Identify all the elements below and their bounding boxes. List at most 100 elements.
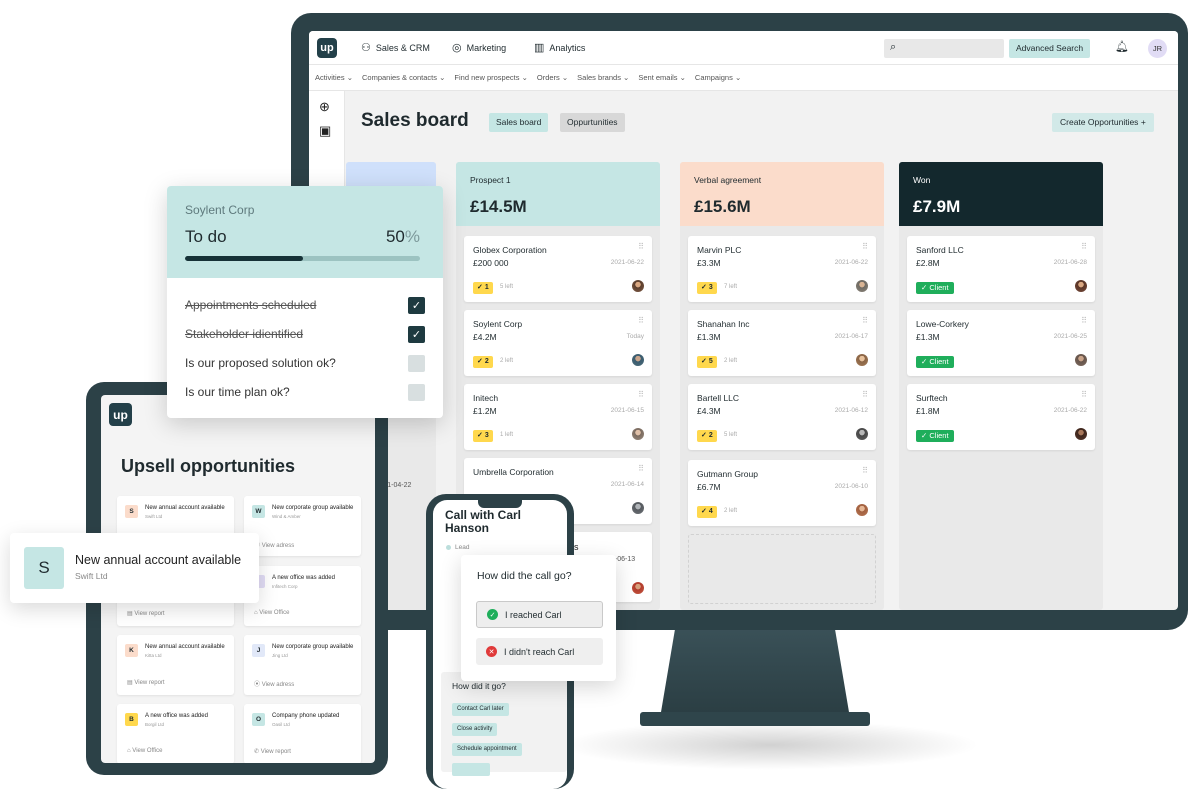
deal-card[interactable]: ⠿ Shanahan Inc £1.3M 2021-06-17 ✓ 5 2 le… <box>688 310 876 376</box>
drag-handle-icon[interactable]: ⠿ <box>862 390 868 399</box>
didnt-reach-carl-label: I didn't reach Carl <box>504 646 575 657</box>
view-report-link[interactable]: ▤ View report <box>127 679 165 686</box>
add-circle-icon[interactable]: ⊕ <box>319 99 330 115</box>
deal-amount: £1.8M <box>916 406 940 416</box>
call-outcome-title: How did the call go? <box>477 570 572 582</box>
company-badge: O <box>252 713 265 726</box>
deal-card[interactable]: ⠿ Marvin PLC £3.3M 2021-06-22 ✓ 3 7 left <box>688 236 876 302</box>
deal-date: 2021-06-22 <box>1053 407 1087 414</box>
page-title: Sales board <box>361 110 469 131</box>
deal-card[interactable]: ⠿ Bartell LLC £4.3M 2021-06-12 ✓ 2 5 lef… <box>688 384 876 450</box>
deal-card[interactable]: ⠿ Surftech £1.8M 2021-06-22 ✓ Client <box>907 384 1095 450</box>
todo-checkbox[interactable] <box>408 355 425 372</box>
drop-zone[interactable] <box>688 534 876 604</box>
deal-amount: £4.2M <box>473 332 497 342</box>
chevron-down-icon: ⌄ <box>561 73 569 82</box>
subnav-sales-brands[interactable]: Sales brands ⌄ <box>577 73 629 82</box>
deal-amount: £1.3M <box>697 332 721 342</box>
todo-checkbox[interactable]: ✓ <box>408 297 425 314</box>
calendar-icon[interactable]: ▣ <box>319 123 331 139</box>
upsell-card[interactable]: B A new office was added Borgil Ltd ⌂ Vi… <box>117 704 234 763</box>
call-title: Call with Carl Hanson <box>445 508 522 536</box>
deal-card[interactable]: ⠿ Lowe-Corkery £1.3M 2021-06-25 ✓ Client <box>907 310 1095 376</box>
upsell-title: Upsell opportunities <box>121 456 296 476</box>
deal-card[interactable]: ⠿ Sanford LLC £2.8M 2021-06-28 ✓ Client <box>907 236 1095 302</box>
client-badge: ✓ Client <box>916 356 954 368</box>
view-report-link[interactable]: ✆ View report <box>254 748 291 755</box>
app-logo[interactable]: up <box>109 403 132 426</box>
notification-card[interactable]: S New annual account available Swift Ltd <box>10 533 259 603</box>
avatar[interactable]: JR <box>1148 39 1167 58</box>
nav-sales-crm[interactable]: ⚇ Sales & CRM <box>361 41 430 54</box>
nav-marketing[interactable]: ◎ Marketing <box>452 41 506 54</box>
drag-handle-icon[interactable]: ⠿ <box>862 316 868 325</box>
drag-handle-icon[interactable]: ⠿ <box>638 464 644 473</box>
subnav-sent-emails[interactable]: Sent emails ⌄ <box>638 73 686 82</box>
view-address-link[interactable]: ⦿ View adress <box>254 679 294 688</box>
drag-handle-icon[interactable]: ⠿ <box>1081 242 1087 251</box>
upsell-card-company: Kitta Ltd <box>145 653 162 658</box>
task-count-badge: ✓ 2 <box>697 430 717 442</box>
column-name: Won <box>913 175 931 185</box>
view-report-link[interactable]: ▤ View report <box>127 610 165 617</box>
how-did-it-go-title: How did it go? <box>452 681 506 691</box>
search-input[interactable]: ⌕ <box>884 39 1004 58</box>
nav-analytics[interactable]: ▥ Analytics <box>534 41 585 54</box>
upsell-card[interactable]: W New corporate group available Wind & A… <box>244 496 361 556</box>
reached-carl-button[interactable]: ✓ I reached Carl <box>476 601 603 628</box>
deal-amount: £4.3M <box>697 406 721 416</box>
drag-handle-icon[interactable]: ⠿ <box>1081 316 1087 325</box>
secondary-navigation: Activities ⌄ Companies & contacts ⌄ Find… <box>309 65 1178 91</box>
view-office-link[interactable]: ⌂ View Office <box>127 748 162 754</box>
todo-checkbox[interactable] <box>408 384 425 401</box>
view-address-link[interactable]: ⦿ View adress <box>254 540 294 549</box>
bell-icon[interactable]: 🔔︎ <box>1115 40 1129 53</box>
drag-handle-icon[interactable]: ⠿ <box>638 242 644 251</box>
deal-card[interactable]: ⠿ Globex Corporation £200 000 2021-06-22… <box>464 236 652 302</box>
upsell-card[interactable]: J New corporate group available Jing Ltd… <box>244 635 361 695</box>
subnav-find-prospects[interactable]: Find new prospects ⌄ <box>454 73 527 82</box>
chip-partial[interactable] <box>452 763 490 776</box>
schedule-appointment-chip[interactable]: Schedule appointment <box>452 743 522 756</box>
advanced-search-button[interactable]: Advanced Search <box>1009 39 1091 58</box>
todo-checkbox[interactable]: ✓ <box>408 326 425 343</box>
task-count-badge: ✓ 3 <box>697 282 717 294</box>
drag-handle-icon[interactable]: ⠿ <box>862 242 868 251</box>
nav-sales-crm-label: Sales & CRM <box>375 42 430 53</box>
drag-handle-icon[interactable]: ⠿ <box>862 466 868 475</box>
close-circle-icon: ✕ <box>486 646 497 657</box>
create-opportunities-button[interactable]: Create Opportunities + <box>1052 113 1154 132</box>
subnav-companies-contacts[interactable]: Companies & contacts ⌄ <box>362 73 445 82</box>
view-office-link[interactable]: ⌂ View Office <box>254 610 289 616</box>
how-did-it-go-panel: How did it go? Contact Carl later Close … <box>441 672 567 776</box>
tab-sales-board[interactable]: Sales board <box>489 113 549 132</box>
drag-handle-icon[interactable]: ⠿ <box>638 390 644 399</box>
drag-handle-icon[interactable]: ⠿ <box>638 316 644 325</box>
task-count-badge: ✓ 3 <box>473 430 493 442</box>
deal-card[interactable]: ⠿ Initech £1.2M 2021-06-15 ✓ 3 1 left <box>464 384 652 450</box>
upsell-card[interactable]: O Company phone updated Oasil Ltd ✆ View… <box>244 704 361 763</box>
drag-handle-icon[interactable]: ⠿ <box>1081 390 1087 399</box>
app-logo[interactable]: up <box>317 38 337 58</box>
upsell-card[interactable]: I A new office was added Infitech Corp ⌂… <box>244 566 361 626</box>
avatar <box>632 582 644 594</box>
top-navigation-bar: up ⚇ Sales & CRM ◎ Marketing ▥ Analytics… <box>309 31 1178 65</box>
subnav-campaigns[interactable]: Campaigns ⌄ <box>695 73 741 82</box>
subnav-orders[interactable]: Orders ⌄ <box>537 73 568 82</box>
deal-card[interactable]: ⠿ Soylent Corp £4.2M Today ✓ 2 2 left <box>464 310 652 376</box>
task-count-badge: ✓ 2 <box>473 356 493 368</box>
tasks-left: 2 left <box>724 358 738 364</box>
deal-card[interactable]: ⠿ Gutmann Group £6.7M 2021-06-10 ✓ 4 2 l… <box>688 460 876 526</box>
upsell-card[interactable]: K New annual account available Kitta Ltd… <box>117 635 234 695</box>
avatar <box>856 504 868 516</box>
upsell-card-title: Company phone updated <box>272 713 340 719</box>
close-activity-chip[interactable]: Close activity <box>452 723 498 736</box>
deal-date: 2021-06-28 <box>1053 259 1087 266</box>
didnt-reach-carl-button[interactable]: ✕ I didn't reach Carl <box>476 638 603 665</box>
column-won: Won £7.9M ⠿ Sanford LLC £2.8M 2021-06-28… <box>899 162 1103 610</box>
chevron-down-icon: ⌄ <box>734 73 742 82</box>
tab-opportunities[interactable]: Oppurtunities <box>560 113 625 132</box>
upsell-card-company: Jing Ltd <box>272 653 288 658</box>
contact-later-chip[interactable]: Contact Carl later <box>452 703 509 716</box>
subnav-activities[interactable]: Activities ⌄ <box>315 73 353 82</box>
